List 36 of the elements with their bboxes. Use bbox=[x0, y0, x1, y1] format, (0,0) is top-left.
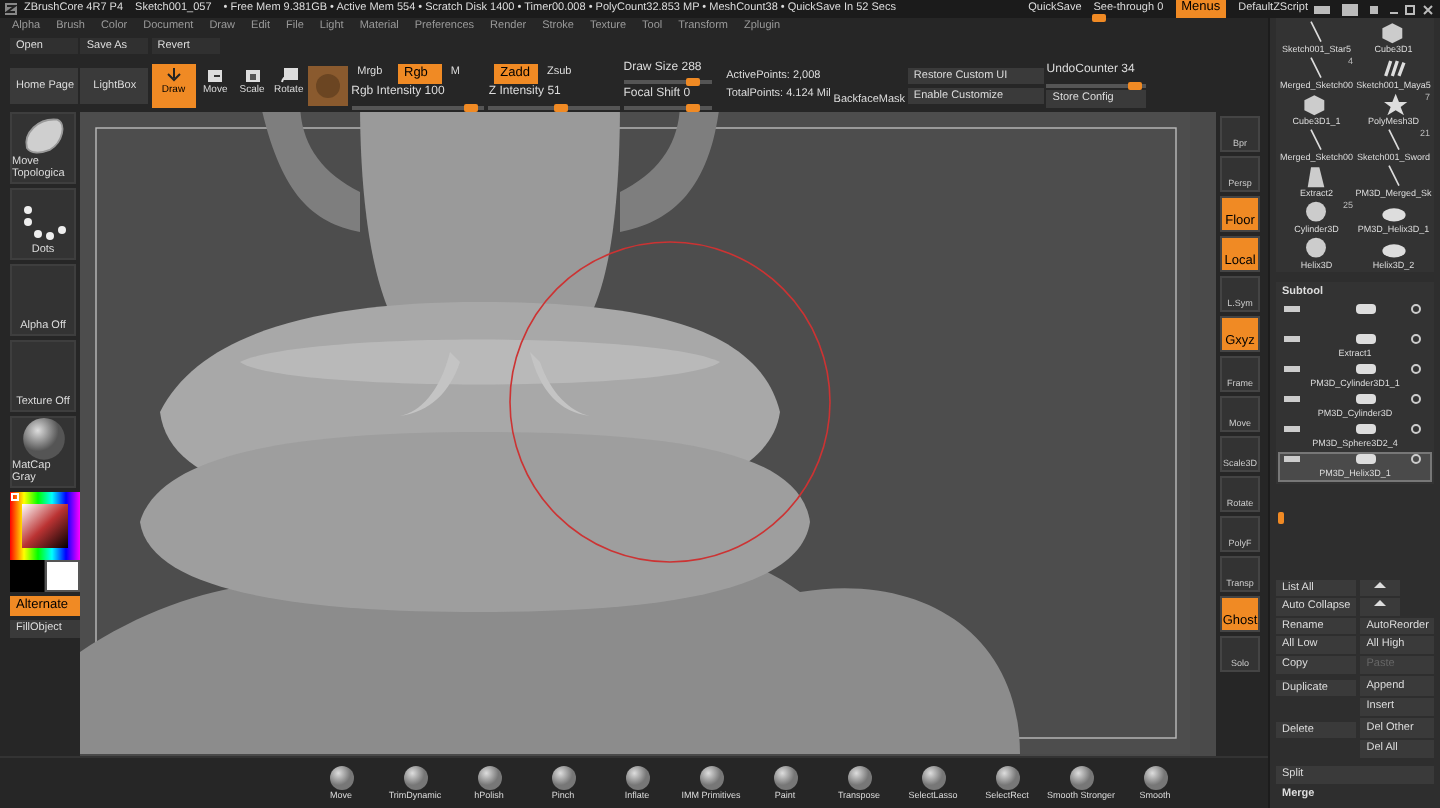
stick-icon bbox=[1385, 128, 1402, 152]
brush-sphere-icon bbox=[625, 765, 649, 790]
slider-thumb[interactable] bbox=[686, 103, 701, 112]
brush-sphere-icon bbox=[551, 765, 575, 790]
color-swatches-icon bbox=[10, 560, 80, 592]
draw-icon bbox=[162, 66, 185, 84]
arrow-button[interactable] bbox=[1360, 598, 1401, 616]
brush-sphere-icon bbox=[995, 765, 1019, 790]
brush-sphere-icon bbox=[1069, 765, 1093, 790]
material-swatch-icon bbox=[308, 66, 349, 106]
stick-icon bbox=[1308, 20, 1325, 44]
slider-track[interactable] bbox=[623, 80, 712, 85]
scale-icon bbox=[241, 66, 263, 84]
stick-icon bbox=[1308, 56, 1325, 80]
brush-sphere-icon bbox=[329, 765, 353, 790]
color-picker[interactable] bbox=[10, 492, 80, 560]
brush-sphere-icon bbox=[403, 765, 427, 790]
brush-sphere-icon bbox=[773, 765, 797, 790]
brush-sphere-icon bbox=[477, 765, 501, 790]
slider-thumb[interactable] bbox=[463, 103, 478, 111]
window-controls-icon bbox=[1314, 3, 1434, 15]
stick-icon bbox=[1385, 164, 1402, 188]
slider-thumb[interactable] bbox=[553, 103, 568, 111]
rotate-icon bbox=[277, 66, 300, 84]
arrow-button[interactable] bbox=[1360, 579, 1401, 597]
brush-sphere-icon bbox=[921, 765, 945, 790]
slider-thumb[interactable] bbox=[1128, 81, 1143, 90]
stick-icon bbox=[1308, 128, 1325, 152]
scroll-thumb[interactable] bbox=[1278, 511, 1284, 524]
slider-thumb[interactable] bbox=[1091, 14, 1106, 23]
move-icon bbox=[204, 66, 227, 84]
slider-thumb[interactable] bbox=[686, 78, 701, 87]
brush-sphere-icon bbox=[847, 765, 871, 790]
brush-sphere-icon bbox=[699, 765, 723, 790]
brush-sphere-icon bbox=[1143, 765, 1167, 790]
matcap-sphere-icon bbox=[21, 418, 65, 460]
